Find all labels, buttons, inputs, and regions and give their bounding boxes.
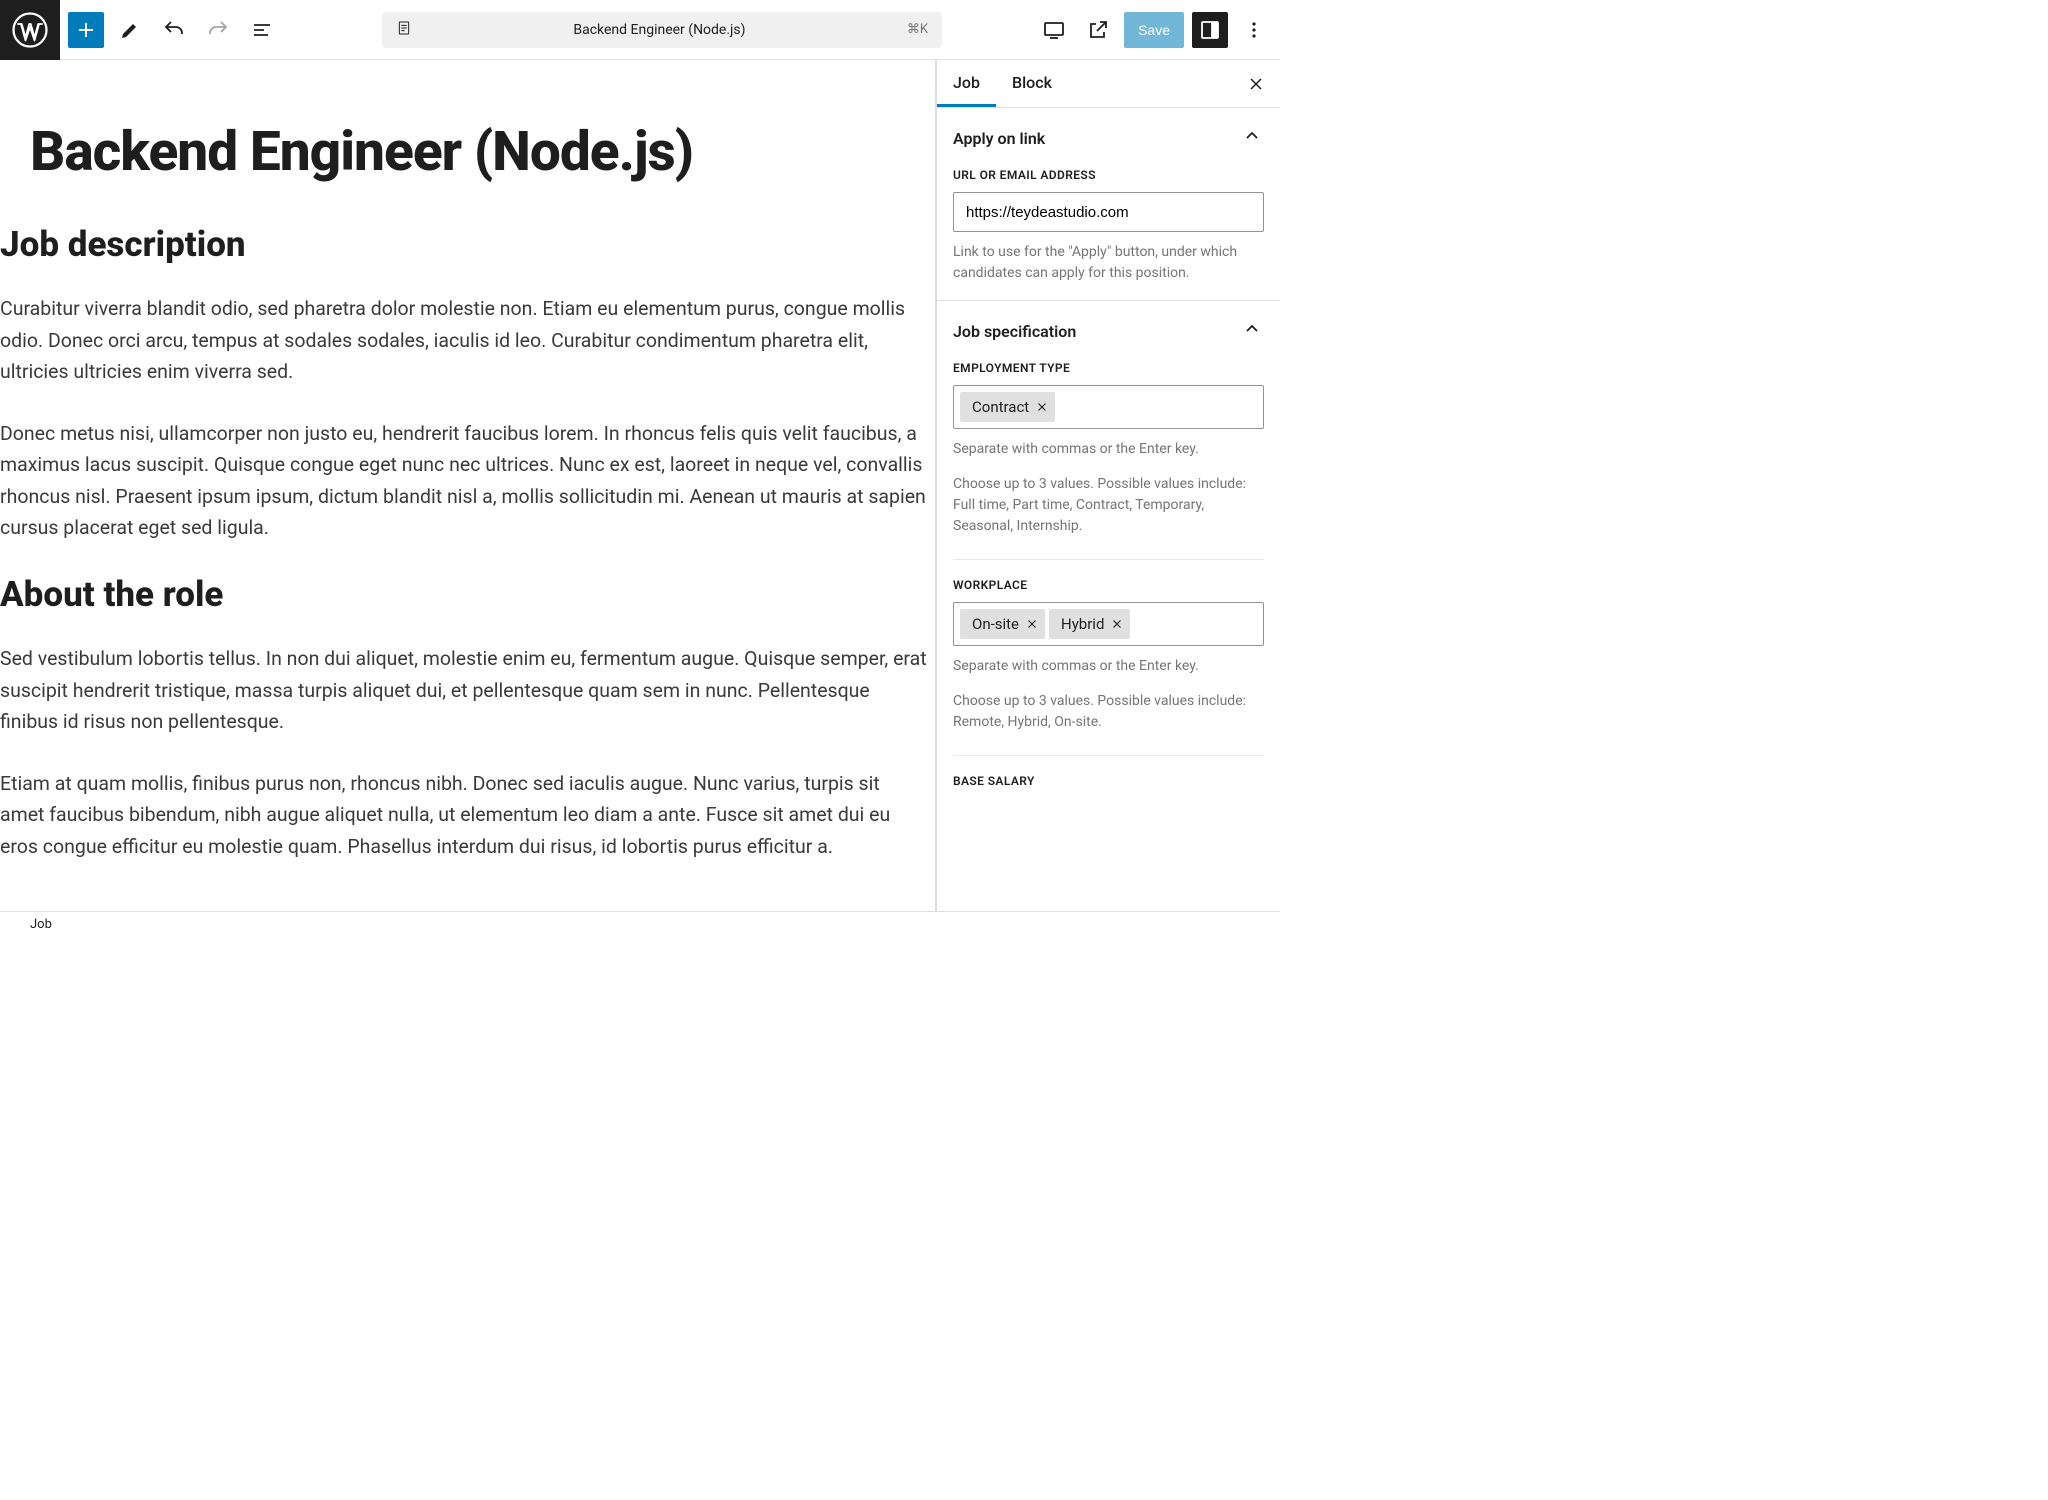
- panel-title: Job specification: [953, 322, 1076, 341]
- panel-title: Apply on link: [953, 129, 1045, 148]
- panel-apply-on-link: Apply on link URL OR EMAIL ADDRESS Link …: [937, 108, 1280, 301]
- editor-canvas[interactable]: Backend Engineer (Node.js) Job descripti…: [0, 60, 935, 911]
- url-help-text: Link to use for the "Apply" button, unde…: [953, 242, 1264, 284]
- tab-block[interactable]: Block: [996, 60, 1068, 107]
- workplace-help: Choose up to 3 values. Possible values i…: [953, 691, 1264, 733]
- external-link-button[interactable]: [1080, 12, 1116, 48]
- tokens-hint: Separate with commas or the Enter key.: [953, 439, 1264, 460]
- panel-job-specification: Job specification EMPLOYMENT TYPE Contra…: [937, 301, 1280, 814]
- workplace-input[interactable]: On-site Hybrid: [953, 602, 1264, 646]
- remove-token-icon[interactable]: [1021, 613, 1043, 635]
- edit-tool-button[interactable]: [112, 12, 148, 48]
- workplace-label: WORKPLACE: [953, 578, 1264, 592]
- settings-sidebar: Job Block Apply on link URL OR EMAIL ADD…: [935, 60, 1280, 911]
- top-toolbar: Backend Engineer (Node.js) ⌘K Save: [0, 0, 1280, 60]
- shortcut-hint: ⌘K: [907, 22, 928, 37]
- base-salary-label: BASE SALARY: [953, 774, 1264, 788]
- heading-about-role[interactable]: About the role: [0, 574, 935, 615]
- breadcrumb-item[interactable]: Job: [30, 917, 52, 932]
- undo-button[interactable]: [156, 12, 192, 48]
- panel-header-spec[interactable]: Job specification: [953, 317, 1264, 345]
- panel-header-apply[interactable]: Apply on link: [953, 124, 1264, 152]
- employment-help: Choose up to 3 values. Possible values i…: [953, 474, 1264, 537]
- view-button[interactable]: [1036, 12, 1072, 48]
- remove-token-icon[interactable]: [1031, 396, 1053, 418]
- token-onsite: On-site: [960, 609, 1045, 639]
- chevron-up-icon: [1240, 317, 1264, 345]
- url-field-label: URL OR EMAIL ADDRESS: [953, 168, 1264, 182]
- token-label: On-site: [972, 615, 1019, 633]
- document-title-bar[interactable]: Backend Engineer (Node.js) ⌘K: [382, 12, 942, 48]
- token-label: Hybrid: [1061, 615, 1104, 633]
- chevron-up-icon: [1240, 124, 1264, 152]
- redo-button[interactable]: [200, 12, 236, 48]
- paragraph-block[interactable]: Sed vestibulum lobortis tellus. In non d…: [0, 643, 935, 738]
- token-hybrid: Hybrid: [1049, 609, 1130, 639]
- more-options-button[interactable]: [1236, 12, 1272, 48]
- breadcrumb-bar: Job: [0, 911, 1280, 937]
- employment-type-label: EMPLOYMENT TYPE: [953, 361, 1264, 375]
- paragraph-block[interactable]: Etiam at quam mollis, finibus purus non,…: [0, 768, 935, 863]
- url-input[interactable]: [953, 192, 1264, 232]
- heading-job-description[interactable]: Job description: [0, 224, 935, 265]
- employment-type-input[interactable]: Contract: [953, 385, 1264, 429]
- token-label: Contract: [972, 398, 1029, 416]
- add-block-button[interactable]: [68, 12, 104, 48]
- paragraph-block[interactable]: Curabitur viverra blandit odio, sed phar…: [0, 293, 935, 388]
- document-icon: [396, 20, 412, 40]
- post-title[interactable]: Backend Engineer (Node.js): [30, 120, 935, 184]
- document-overview-button[interactable]: [244, 12, 280, 48]
- save-button[interactable]: Save: [1124, 12, 1184, 48]
- tokens-hint: Separate with commas or the Enter key.: [953, 656, 1264, 677]
- remove-token-icon[interactable]: [1106, 613, 1128, 635]
- paragraph-block[interactable]: Donec metus nisi, ullamcorper non justo …: [0, 418, 935, 544]
- close-sidebar-button[interactable]: [1232, 60, 1280, 107]
- wordpress-logo[interactable]: [0, 0, 60, 60]
- token-contract: Contract: [960, 392, 1055, 422]
- document-title: Backend Engineer (Node.js): [424, 22, 895, 38]
- settings-panel-toggle[interactable]: [1192, 12, 1228, 48]
- tab-job[interactable]: Job: [937, 60, 996, 107]
